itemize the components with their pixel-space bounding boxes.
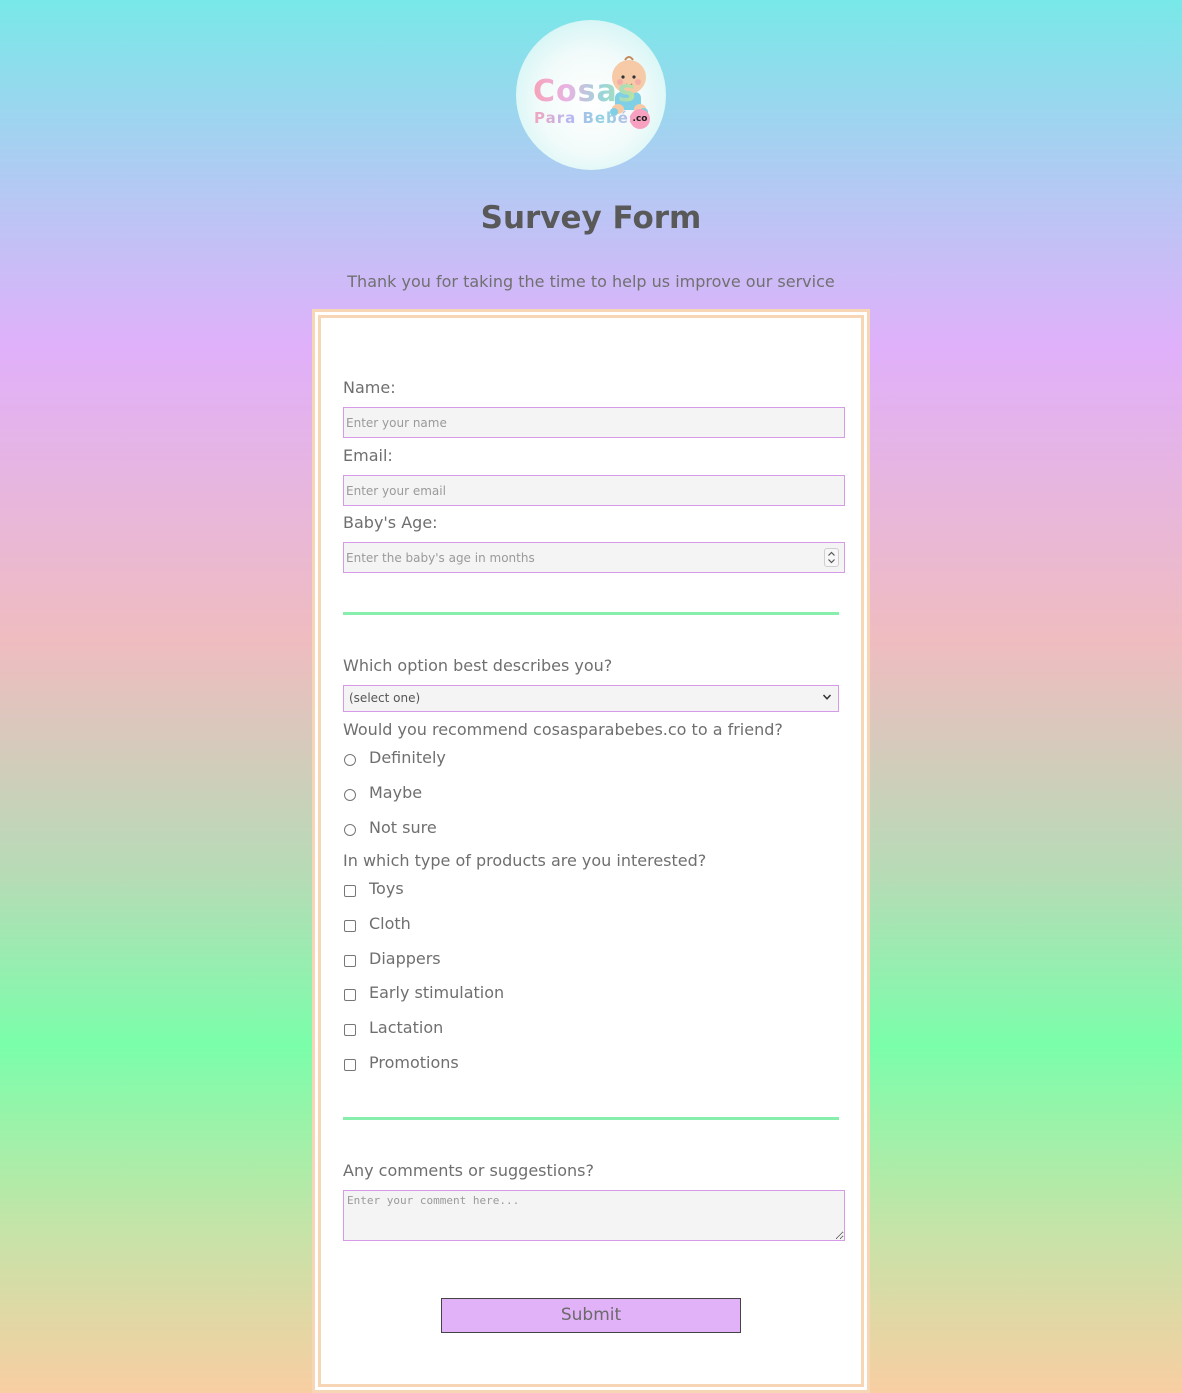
comments-textarea[interactable] [343,1190,845,1241]
submit-button[interactable]: Submit [441,1298,741,1333]
page-description: Thank you for taking the time to help us… [347,272,835,291]
option-label: Maybe [369,783,423,802]
option-label: Diappers [369,949,441,968]
section-divider-1 [343,612,839,615]
logo-text-main: Cosas [533,74,637,109]
checkbox[interactable] [344,920,356,932]
age-input[interactable] [343,542,845,573]
radio-button[interactable] [344,754,356,766]
email-label: Email: [343,446,393,465]
checkbox[interactable] [344,1024,356,1036]
comments-label: Any comments or suggestions? [343,1161,594,1180]
products-label: In which type of products are you intere… [343,851,707,870]
role-select-value: (select one) [349,691,421,705]
option-label: Cloth [369,914,411,933]
role-label: Which option best describes you? [343,656,613,675]
option-label: Toys [369,879,404,898]
checkbox[interactable] [344,955,356,967]
name-input[interactable] [343,407,845,438]
logo: Cosas Para Bebés .co [516,20,666,170]
option-label: Lactation [369,1018,444,1037]
radio-button[interactable] [344,824,356,836]
email-input[interactable] [343,475,845,506]
name-label: Name: [343,378,396,397]
option-label: Early stimulation [369,983,505,1002]
option-label: Not sure [369,818,437,837]
logo-text-sub: Para Bebés [534,109,639,127]
section-divider-2 [343,1117,839,1120]
recommend-label: Would you recommend cosasparabebes.co to… [343,720,783,739]
chevron-down-icon [822,694,832,700]
age-spinner[interactable] [824,548,839,567]
option-label: Definitely [369,748,446,767]
age-label: Baby's Age: [343,513,438,532]
checkbox[interactable] [344,885,356,897]
radio-button[interactable] [344,789,356,801]
checkbox[interactable] [344,1059,356,1071]
option-label: Promotions [369,1053,459,1072]
role-select[interactable]: (select one) [343,685,839,712]
logo-suffix-badge: .co [630,109,650,129]
page-title: Survey Form [480,200,702,236]
checkbox[interactable] [344,989,356,1001]
spinner-arrows-icon [828,551,835,564]
